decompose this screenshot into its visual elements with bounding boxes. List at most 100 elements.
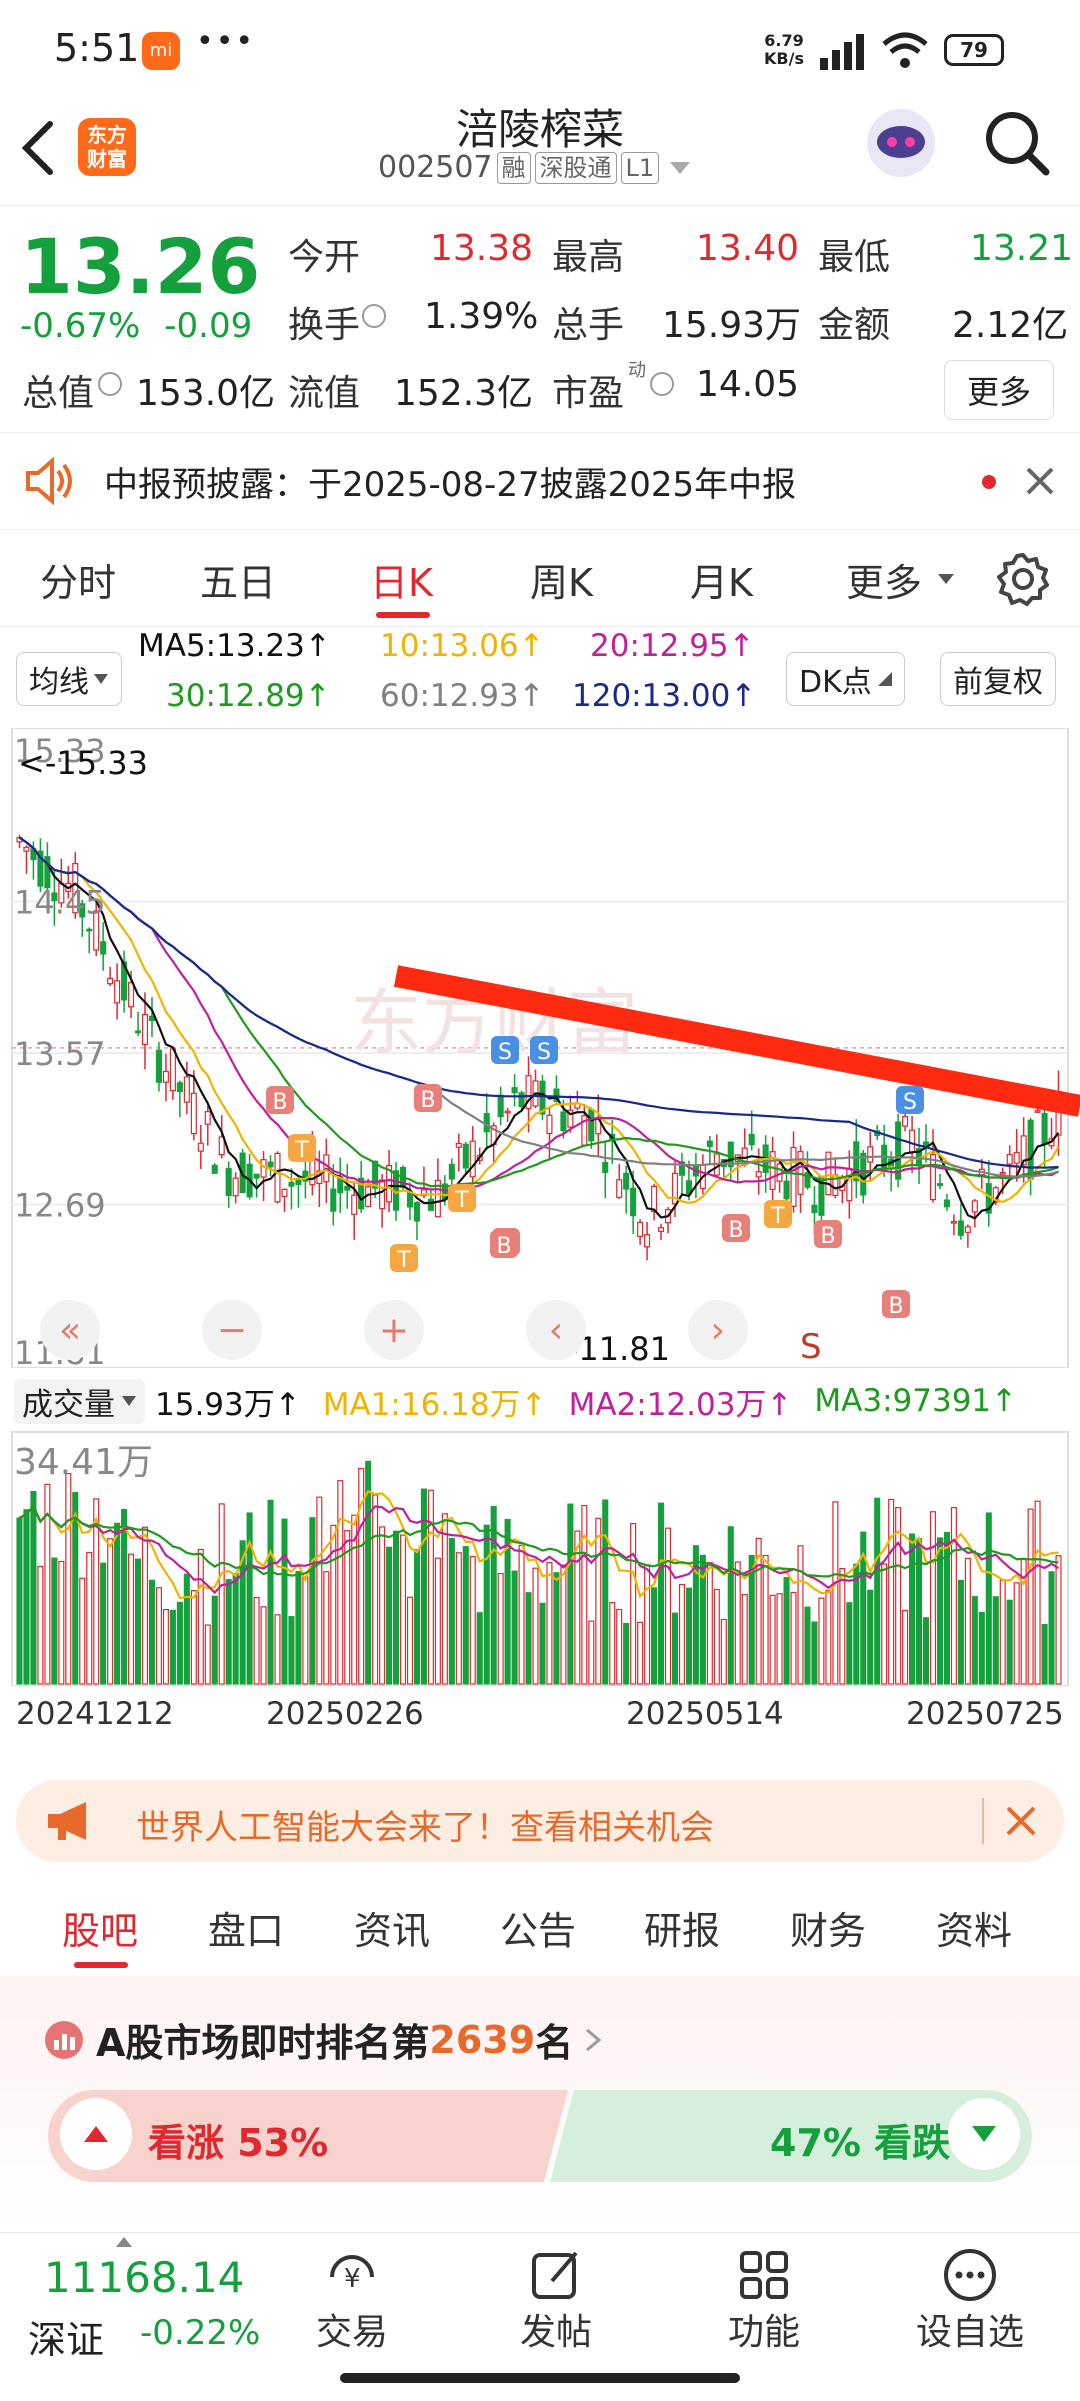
volume-bar [797, 1545, 804, 1685]
volume-bar [1013, 1582, 1020, 1685]
index-value[interactable]: 11168.14 [44, 2253, 244, 2302]
more-dots: ••• [196, 24, 256, 59]
volume-bar [323, 1571, 330, 1685]
volume-bar [909, 1533, 916, 1685]
bull-circle[interactable] [60, 2098, 132, 2170]
ma60-value: 60:12.93↑ [380, 678, 545, 714]
nav-trade-label: 交易 [316, 2312, 389, 2353]
tab-five-day[interactable]: 五日 [200, 552, 276, 607]
candle-body [351, 1194, 358, 1215]
candle-body [511, 1087, 518, 1094]
adjust-mode-button[interactable]: 前复权 [940, 652, 1056, 706]
tab-monthly-k[interactable]: 月K [690, 552, 753, 607]
nav-add-watchlist[interactable]: 设自选 [916, 2247, 1024, 2355]
volume-bar [448, 1537, 455, 1685]
y-tick-label: 13.57 [14, 1035, 106, 1073]
more-circle-icon [944, 2249, 996, 2301]
turnover-label: 换手 [288, 305, 361, 346]
tab-announcements[interactable]: 公告 [500, 1900, 576, 1955]
volume-bar [881, 1563, 888, 1685]
candle-body [630, 1187, 637, 1217]
chart-nav-glyph: − [217, 1310, 247, 1351]
search-icon[interactable] [982, 108, 1052, 178]
low-label: 最低 [818, 237, 891, 278]
tab-intraday[interactable]: 分时 [40, 552, 116, 607]
candle-body [100, 941, 107, 955]
volume-bar [281, 1518, 288, 1685]
tab-news[interactable]: 资讯 [354, 1900, 430, 1955]
change-pct: -0.67% [20, 306, 141, 346]
candle-body [344, 1185, 351, 1191]
volume-bar [776, 1593, 783, 1685]
volume-bar [295, 1570, 302, 1685]
candle-body [162, 1070, 169, 1083]
volume-bar [971, 1596, 978, 1685]
nav-post[interactable]: 发帖 [520, 2247, 592, 2355]
ma-selector[interactable]: 均线 [16, 652, 122, 706]
volume-bar [469, 1555, 476, 1685]
market-rank[interactable]: A股市场即时排名第 2639 名 [44, 2012, 603, 2067]
tab-orderbook[interactable]: 盘口 [208, 1900, 284, 1955]
chart-nav-glyph: + [379, 1310, 409, 1351]
candle-body [943, 1199, 950, 1208]
more-button[interactable]: 更多 [944, 360, 1055, 420]
volume-bar [406, 1596, 414, 1685]
candle-body [651, 1185, 658, 1213]
nav-trade[interactable]: ¥ 交易 [316, 2247, 388, 2355]
tab-forum[interactable]: 股吧 [62, 1900, 138, 1955]
gear-icon[interactable] [996, 552, 1050, 606]
nav-add-watchlist-label: 设自选 [916, 2312, 1025, 2353]
volume-bar [372, 1494, 379, 1685]
candlestick-chart[interactable]: 东方财富 15.3314.4513.5712.6911.81<-15.33<-1… [0, 728, 1080, 1368]
amount-label: 金额 [818, 305, 891, 346]
candle-body [190, 1092, 197, 1135]
volume-bar [678, 1583, 685, 1685]
last-price: 13.26 [20, 222, 261, 311]
volume-chart[interactable]: 34.41万 [0, 1430, 1080, 1686]
volume-bar [253, 1597, 260, 1685]
volume-bar [420, 1488, 427, 1685]
tab-daily-k[interactable]: 日K [370, 552, 433, 607]
y-tick-label: 14.45 [14, 884, 106, 922]
volume-bar [720, 1618, 727, 1685]
svg-text:¥: ¥ [344, 2264, 361, 2294]
volume-bar [1041, 1623, 1048, 1685]
stock-code-row[interactable]: 002507 融 深股通 L1 [378, 150, 693, 185]
tab-research[interactable]: 研报 [644, 1900, 720, 1955]
volume-bar [86, 1551, 93, 1685]
open-value: 13.38 [430, 228, 534, 269]
volume-bar [246, 1512, 253, 1685]
chart-nav-glyph: « [59, 1310, 81, 1351]
volume-bar [916, 1538, 923, 1685]
open-label: 今开 [288, 237, 361, 278]
promo-banner[interactable]: 世界人工智能大会来了！查看相关机会 [16, 1780, 1064, 1862]
tab-profile[interactable]: 资料 [936, 1900, 1012, 1955]
close-icon[interactable] [1004, 1804, 1038, 1838]
notice-banner[interactable]: 中报预披露：于2025-08-27披露2025年中报 [0, 432, 1080, 530]
volume-bar [630, 1523, 637, 1685]
volume-selector[interactable]: 成交量 [14, 1378, 145, 1424]
bear-circle[interactable] [948, 2098, 1020, 2170]
info-icon[interactable] [362, 304, 386, 328]
close-icon[interactable] [1024, 465, 1056, 497]
volume-bar [992, 1596, 999, 1685]
dk-point-button[interactable]: DK点 [786, 652, 905, 706]
candle-body [999, 1171, 1006, 1175]
info-icon[interactable] [650, 372, 674, 396]
info-icon[interactable] [98, 372, 122, 396]
candle-body [114, 980, 121, 1004]
volume-bar [581, 1504, 588, 1685]
ma120-value: 120:13.00↑ [572, 678, 757, 714]
nav-functions[interactable]: 功能 [728, 2247, 800, 2355]
tab-financials[interactable]: 财务 [790, 1900, 866, 1955]
tab-more[interactable]: 更多 [846, 552, 922, 607]
volume-value: 15.93万 [662, 305, 802, 346]
candle-body [748, 1133, 755, 1146]
volume-bar [128, 1553, 135, 1685]
tab-weekly-k[interactable]: 周K [530, 552, 593, 607]
volume-bar [379, 1526, 386, 1685]
volume-bar [79, 1577, 86, 1685]
bull-percentage: 看涨 53% [148, 2121, 329, 2165]
volume-bar [58, 1560, 65, 1685]
robot-assistant-icon[interactable] [862, 104, 940, 182]
